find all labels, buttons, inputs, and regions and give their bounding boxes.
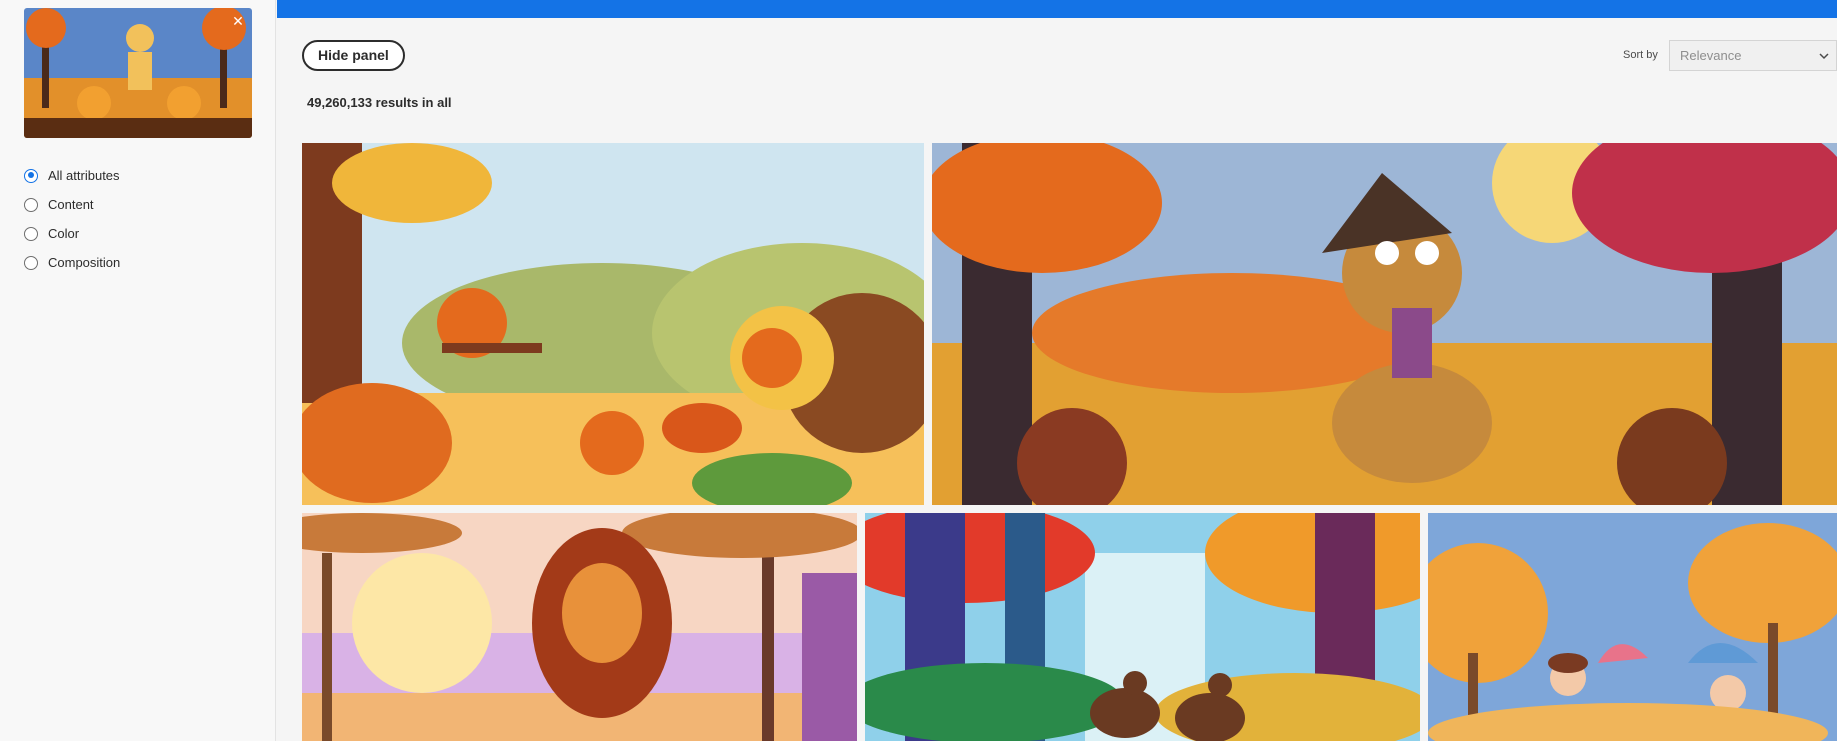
sort-value: Relevance [1680, 48, 1742, 63]
attribute-label: Content [48, 197, 94, 212]
deer-illustration [865, 513, 1420, 741]
squirrels-illustration [302, 143, 924, 505]
reference-image[interactable]: ✕ [24, 8, 252, 138]
attribute-option-all[interactable]: All attributes [24, 161, 120, 190]
attribute-options: All attributes Content Color Composition [24, 161, 120, 277]
attribute-option-color[interactable]: Color [24, 219, 120, 248]
result-image-lion[interactable] [302, 513, 857, 741]
result-image-children[interactable] [1428, 513, 1837, 741]
close-icon[interactable]: ✕ [230, 14, 246, 30]
top-accent-bar [277, 0, 1837, 18]
attribute-label: Composition [48, 255, 121, 270]
result-image-deer[interactable] [865, 513, 1420, 741]
result-image-dog[interactable] [932, 143, 1837, 505]
filter-panel: ✕ All attributes Content Color Compositi… [0, 0, 276, 741]
radio-icon[interactable] [24, 226, 38, 241]
reference-image-art [24, 8, 252, 138]
attribute-option-composition[interactable]: Composition [24, 248, 120, 277]
radio-icon[interactable] [24, 197, 38, 212]
children-illustration [1428, 513, 1837, 741]
attribute-option-content[interactable]: Content [24, 190, 120, 219]
results-count: 49,260,133 results in all [307, 95, 452, 110]
radio-icon[interactable] [24, 255, 38, 270]
sort-select[interactable]: Relevance [1669, 40, 1837, 71]
radio-icon[interactable] [24, 168, 38, 183]
app: ✕ All attributes Content Color Compositi… [0, 0, 1837, 741]
result-image-squirrels[interactable] [302, 143, 924, 505]
attribute-label: Color [48, 226, 80, 241]
results-area: Hide panel Sort by Relevance 49,260,133 … [277, 0, 1837, 741]
attribute-label: All attributes [48, 168, 120, 183]
sort-by-label: Sort by [1623, 49, 1658, 61]
lion-illustration [302, 513, 857, 741]
hide-panel-button[interactable]: Hide panel [302, 40, 405, 71]
dog-illustration [932, 143, 1837, 505]
chevron-down-icon [1819, 53, 1829, 60]
